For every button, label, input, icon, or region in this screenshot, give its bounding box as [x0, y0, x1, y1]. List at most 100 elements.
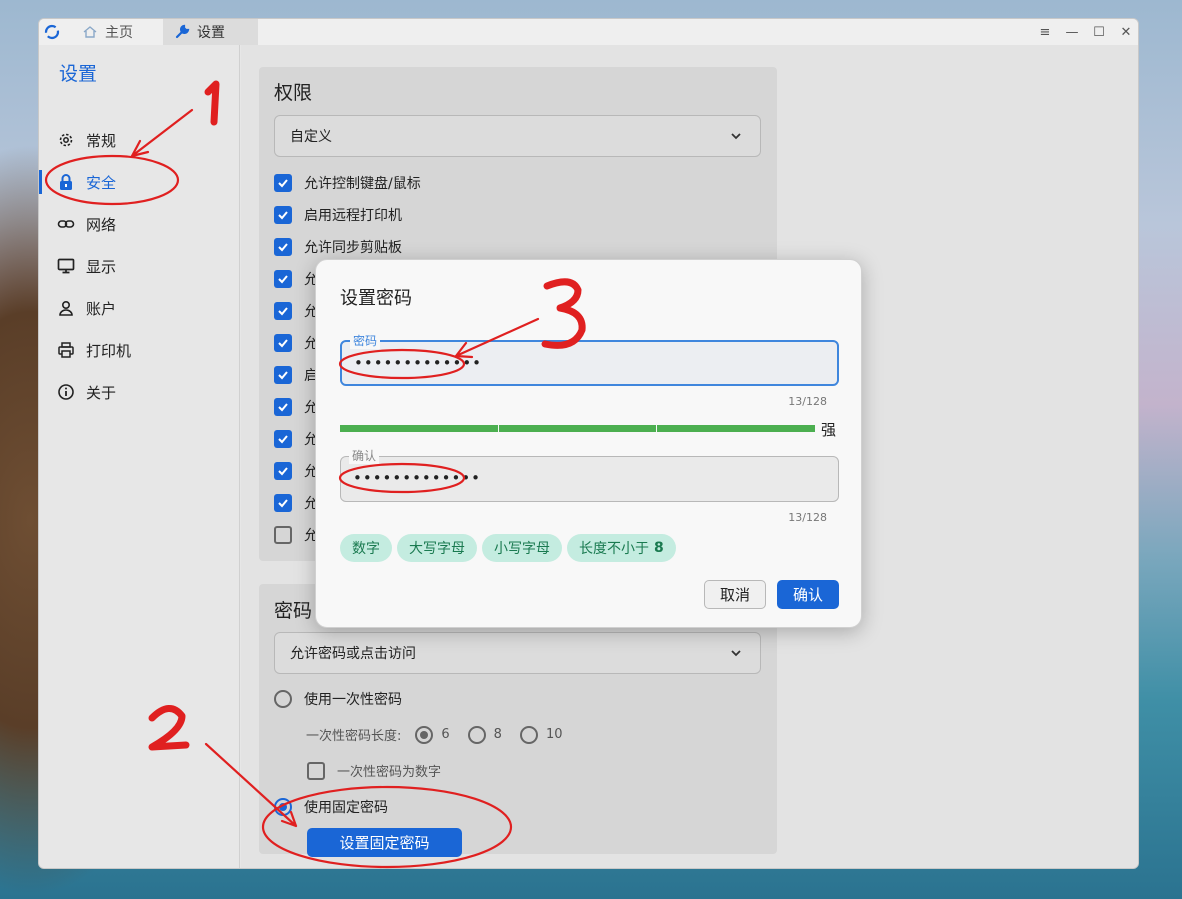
confirm-field-label: 确认 — [349, 447, 380, 464]
permission-checkbox[interactable]: 允 — [274, 428, 318, 450]
confirm-char-counter: 13/128 — [788, 511, 827, 524]
length-option-label: 10 — [545, 727, 563, 742]
checkbox-unchecked-icon — [274, 526, 292, 544]
one-time-length-label: 一次性密码长度: — [306, 729, 402, 744]
menu-icon[interactable]: ≡ — [1036, 23, 1054, 41]
permissions-preset-select[interactable]: 自定义 — [274, 115, 761, 157]
printer-icon — [57, 341, 75, 359]
password-input[interactable]: 密码 ••••••••••••• — [340, 332, 839, 386]
permission-checkbox[interactable]: 启用远程打印机 — [274, 204, 402, 226]
radio-icon — [274, 798, 292, 816]
permission-checkbox[interactable]: 允 — [274, 524, 318, 546]
permission-label: 允许同步剪贴板 — [304, 240, 402, 256]
sidebar-item-label: 账户 — [86, 299, 117, 318]
strength-segment — [498, 425, 657, 432]
sidebar-item-account[interactable]: 账户 — [39, 290, 239, 326]
set-fixed-password-button[interactable]: 设置固定密码 — [307, 828, 462, 857]
permission-checkbox[interactable]: 允许控制键盘/鼠标 — [274, 172, 421, 194]
permission-checkbox[interactable]: 允 — [274, 332, 318, 354]
password-field-label: 密码 — [350, 332, 381, 349]
minimize-icon[interactable]: — — [1063, 23, 1081, 41]
sidebar-item-label: 打印机 — [86, 341, 132, 360]
tab-home[interactable]: 主页 — [67, 19, 163, 45]
length-option-label: 6 — [441, 727, 450, 742]
fixed-password-label: 使用固定密码 — [304, 800, 388, 816]
password-mode-select[interactable]: 允许密码或点击访问 — [274, 632, 761, 674]
permission-checkbox[interactable]: 允 — [274, 492, 318, 514]
set-password-dialog: 设置密码 密码 ••••••••••••• 13/128 强 确认 ••••••… — [315, 259, 862, 628]
permission-checkbox[interactable]: 启 — [274, 364, 318, 386]
rule-chip-lowercase: 小写字母 — [482, 534, 562, 562]
length-option-10[interactable]: 10 — [519, 725, 563, 744]
chip-label: 小写字母 — [494, 541, 550, 557]
user-icon — [57, 299, 75, 317]
confirm-field-value: ••••••••••••• — [353, 469, 482, 487]
checkbox-unchecked-icon — [307, 761, 325, 780]
tab-settings-label: 设置 — [197, 25, 225, 41]
length-option-label: 8 — [493, 727, 502, 742]
sidebar-item-display[interactable]: 显示 — [39, 248, 239, 284]
maximize-icon[interactable]: ☐ — [1090, 23, 1108, 41]
dialog-title: 设置密码 — [340, 288, 412, 309]
radio-icon — [467, 725, 486, 744]
sidebar-item-label: 网络 — [86, 215, 117, 234]
monitor-icon — [57, 257, 75, 275]
radio-icon — [519, 725, 538, 744]
chevron-down-icon — [731, 650, 741, 657]
permission-checkbox[interactable]: 允 — [274, 460, 318, 482]
password-mode-value: 允许密码或点击访问 — [290, 646, 416, 662]
numeric-only-checkbox[interactable]: 一次性密码为数字 — [307, 761, 441, 780]
checkbox-checked-icon — [274, 174, 292, 192]
gear-icon — [57, 131, 75, 149]
chip-label: 大写字母 — [409, 541, 465, 557]
password-title: 密码 — [274, 600, 313, 622]
fixed-password-radio[interactable]: 使用固定密码 — [274, 797, 388, 817]
permissions-preset-value: 自定义 — [290, 129, 332, 145]
sidebar-item-about[interactable]: 关于 — [39, 374, 239, 410]
checkbox-checked-icon — [274, 334, 292, 352]
numeric-only-label: 一次性密码为数字 — [337, 765, 442, 780]
permission-checkbox[interactable]: 允 — [274, 396, 318, 418]
password-field-value: ••••••••••••• — [354, 354, 483, 372]
confirm-password-input[interactable]: 确认 ••••••••••••• — [340, 447, 839, 502]
sidebar-item-printer[interactable]: 打印机 — [39, 332, 239, 368]
link-icon — [57, 215, 75, 233]
checkbox-checked-icon — [274, 366, 292, 384]
checkbox-checked-icon — [274, 430, 292, 448]
permission-label: 启用远程打印机 — [304, 208, 402, 224]
sidebar-item-network[interactable]: 网络 — [39, 206, 239, 242]
permission-checkbox[interactable]: 允许同步剪贴板 — [274, 236, 402, 258]
sidebar-title: 设置 — [59, 63, 98, 85]
permission-label: 允许控制键盘/鼠标 — [304, 176, 421, 192]
permission-checkbox[interactable]: 允 — [274, 300, 318, 322]
home-icon — [81, 23, 99, 41]
radio-icon — [274, 690, 292, 708]
tab-home-label: 主页 — [105, 25, 133, 41]
one-time-length-row: 一次性密码长度: 6 8 10 — [306, 725, 569, 744]
sidebar-item-security[interactable]: 安全 — [39, 164, 239, 200]
rule-chip-digits: 数字 — [340, 534, 392, 562]
password-strength-label: 强 — [821, 421, 837, 439]
sidebar-item-label: 安全 — [86, 173, 117, 192]
sidebar-item-general[interactable]: 常规 — [39, 122, 239, 158]
close-icon[interactable]: ✕ — [1117, 23, 1135, 41]
password-strength-bar — [340, 425, 816, 432]
checkbox-checked-icon — [274, 206, 292, 224]
title-bar: 主页 设置 ≡ — ☐ ✕ — [39, 19, 1138, 45]
permission-checkbox[interactable]: 允 — [274, 268, 318, 290]
tab-settings[interactable]: 设置 — [163, 19, 258, 45]
checkbox-checked-icon — [274, 302, 292, 320]
one-time-password-label: 使用一次性密码 — [304, 692, 402, 708]
rule-chip-uppercase: 大写字母 — [397, 534, 477, 562]
checkbox-checked-icon — [274, 270, 292, 288]
confirm-button[interactable]: 确认 — [777, 580, 839, 609]
checkbox-checked-icon — [274, 462, 292, 480]
cancel-button[interactable]: 取消 — [704, 580, 766, 609]
checkbox-checked-icon — [274, 494, 292, 512]
length-option-8[interactable]: 8 — [467, 725, 502, 744]
wrench-icon — [173, 23, 191, 41]
one-time-password-radio[interactable]: 使用一次性密码 — [274, 689, 402, 709]
chip-length-value: 8 — [654, 540, 664, 556]
length-option-6[interactable]: 6 — [415, 725, 450, 744]
password-char-counter: 13/128 — [788, 395, 827, 408]
